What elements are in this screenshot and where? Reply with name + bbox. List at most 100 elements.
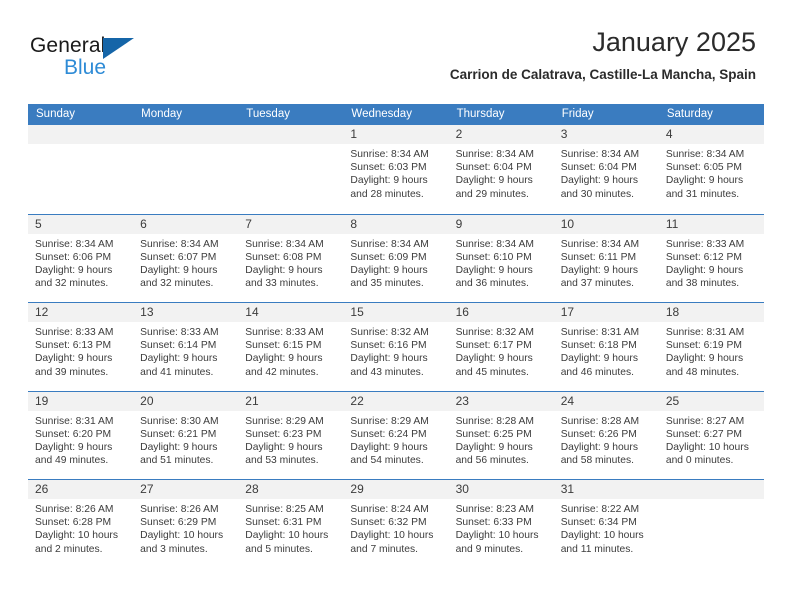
day-cell[interactable]: 4 Sunrise: 8:34 AM Sunset: 6:05 PM Daylight… (658, 125, 764, 214)
day-cell[interactable]: 19 Sunrise: 8:31 AM Sunset: 6:20 PM Dayligh… (28, 391, 134, 480)
sunset-time: Sunset: 6:18 PM (560, 340, 637, 352)
day-number: 5 (35, 216, 42, 231)
day-cell[interactable]: 21 Sunrise: 8:29 AM Sunset: 6:23 PM Dayligh… (238, 391, 344, 480)
title-block: January 2025 Carrion de Calatrava, Casti… (450, 26, 756, 85)
daylight-duration-line1: Daylight: 9 hours (350, 264, 428, 276)
daylight-duration-line1: Daylight: 9 hours (560, 264, 638, 276)
day-cell[interactable]: 25 Sunrise: 8:27 AM Sunset: 6:27 PM Dayligh… (658, 391, 764, 480)
sunrise-time: Sunrise: 8:33 AM (35, 327, 114, 338)
daylight-duration-line1: Daylight: 9 hours (245, 264, 323, 276)
day-cell[interactable]: 8 Sunrise: 8:34 AM Sunset: 6:09 PM Daylight… (343, 214, 449, 303)
day-number-band: 11 (658, 214, 764, 234)
day-cell[interactable]: 6 Sunrise: 8:34 AM Sunset: 6:07 PM Daylight… (133, 214, 239, 303)
generalblue-logo[interactable]: General Blue (30, 34, 180, 86)
sunset-time: Sunset: 6:24 PM (350, 428, 427, 440)
day-number-band: 16 (448, 303, 554, 322)
day-cell[interactable]: 14 Sunrise: 8:33 AM Sunset: 6:15 PM Dayligh… (238, 303, 344, 391)
day-details: Sunrise: 8:28 AM Sunset: 6:26 PM Daylight:… (554, 411, 659, 468)
sunset-time: Sunset: 6:13 PM (35, 340, 112, 352)
day-cell[interactable]: 11 Sunrise: 8:33 AM Sunset: 6:12 PM Dayligh… (658, 214, 764, 303)
daylight-duration-line1: Daylight: 10 hours (560, 530, 644, 542)
day-cell[interactable]: 5 Sunrise: 8:34 AM Sunset: 6:06 PM Daylight… (28, 214, 134, 303)
logo-triangle-icon (103, 38, 134, 59)
day-cell[interactable]: 29 Sunrise: 8:24 AM Sunset: 6:32 PM Dayligh… (343, 480, 449, 568)
day-cell[interactable]: 26 Sunrise: 8:26 AM Sunset: 6:28 PM Dayligh… (28, 480, 134, 568)
logo-text-general: General (30, 34, 106, 57)
sunset-time: Sunset: 6:05 PM (665, 162, 742, 174)
day-cell[interactable]: 2 Sunrise: 8:34 AM Sunset: 6:04 PM Daylight… (448, 125, 554, 214)
daylight-duration-line2: and 3 minutes. (140, 543, 208, 555)
weekday-header-row: Sunday Monday Tuesday Wednesday Thursday… (28, 104, 764, 125)
daylight-duration-line2: and 43 minutes. (350, 366, 424, 378)
day-number: 17 (560, 305, 575, 319)
day-cell-empty (133, 125, 239, 214)
day-number: 8 (350, 216, 358, 231)
day-cell[interactable]: 13 Sunrise: 8:33 AM Sunset: 6:14 PM Dayligh… (133, 303, 239, 391)
sunrise-time: Sunrise: 8:28 AM (560, 415, 640, 427)
day-details: Sunrise: 8:33 AM Sunset: 6:13 PM Daylight:… (28, 322, 133, 379)
day-cell[interactable]: 7 Sunrise: 8:34 AM Sunset: 6:08 PM Daylight… (238, 214, 344, 303)
day-cell[interactable]: 22 Sunrise: 8:29 AM Sunset: 6:24 PM Dayligh… (343, 391, 449, 480)
day-number: 15 (350, 305, 364, 319)
day-number: 14 (245, 305, 259, 319)
day-details (28, 144, 133, 148)
day-number-band: 14 (238, 303, 344, 322)
day-number: 16 (455, 305, 469, 319)
daylight-duration-line2: and 46 minutes. (560, 366, 634, 378)
day-details: Sunrise: 8:27 AM Sunset: 6:27 PM Daylight:… (659, 411, 764, 468)
day-number: 21 (245, 393, 259, 408)
sunset-time: Sunset: 6:17 PM (455, 340, 532, 352)
day-number-band (658, 480, 764, 499)
day-number-band: 20 (133, 391, 239, 411)
daylight-duration-line2: and 48 minutes. (665, 366, 740, 378)
daylight-duration-line1: Daylight: 9 hours (350, 441, 428, 453)
daylight-duration-line2: and 54 minutes. (350, 455, 424, 467)
daylight-duration-line1: Daylight: 9 hours (560, 441, 638, 453)
day-details: Sunrise: 8:23 AM Sunset: 6:33 PM Daylight:… (449, 499, 554, 556)
day-details: Sunrise: 8:26 AM Sunset: 6:29 PM Daylight:… (133, 499, 238, 556)
day-cell[interactable]: 12 Sunrise: 8:33 AM Sunset: 6:13 PM Dayligh… (28, 303, 134, 391)
day-cell[interactable]: 10 Sunrise: 8:34 AM Sunset: 6:11 PM Dayligh… (553, 214, 659, 303)
daylight-duration-line2: and 41 minutes. (140, 366, 214, 378)
day-number-band: 27 (133, 480, 239, 499)
day-cell[interactable]: 31 Sunrise: 8:22 AM Sunset: 6:34 PM Dayligh… (553, 480, 659, 568)
day-details: Sunrise: 8:31 AM Sunset: 6:19 PM Daylight:… (659, 322, 764, 379)
day-cell[interactable]: 20 Sunrise: 8:30 AM Sunset: 6:21 PM Dayligh… (133, 391, 239, 480)
daylight-duration-line1: Daylight: 10 hours (350, 530, 434, 542)
sunset-time: Sunset: 6:26 PM (560, 428, 637, 440)
calendar-week-row: 1 Sunrise: 8:34 AM Sunset: 6:03 PM Daylight… (28, 125, 764, 214)
daylight-duration-line2: and 32 minutes. (35, 278, 109, 290)
day-cell[interactable]: 17 Sunrise: 8:31 AM Sunset: 6:18 PM Dayligh… (553, 303, 659, 391)
day-number-band: 21 (238, 391, 344, 411)
day-number: 28 (245, 482, 259, 496)
day-cell[interactable]: 15 Sunrise: 8:32 AM Sunset: 6:16 PM Dayligh… (343, 303, 449, 391)
sunrise-time: Sunrise: 8:34 AM (350, 238, 429, 250)
daylight-duration-line1: Daylight: 9 hours (140, 353, 218, 365)
day-cell-empty (658, 480, 764, 568)
day-details: Sunrise: 8:34 AM Sunset: 6:06 PM Daylight:… (28, 234, 133, 291)
day-cell[interactable]: 16 Sunrise: 8:32 AM Sunset: 6:17 PM Dayligh… (448, 303, 554, 391)
day-number-band: 30 (448, 480, 554, 499)
day-cell[interactable]: 3 Sunrise: 8:34 AM Sunset: 6:04 PM Daylight… (553, 125, 659, 214)
day-cell[interactable]: 18 Sunrise: 8:31 AM Sunset: 6:19 PM Dayligh… (658, 303, 764, 391)
daylight-duration-line1: Daylight: 9 hours (140, 441, 218, 453)
day-cell[interactable]: 24 Sunrise: 8:28 AM Sunset: 6:26 PM Dayligh… (553, 391, 659, 480)
day-cell[interactable]: 1 Sunrise: 8:34 AM Sunset: 6:03 PM Daylight… (343, 125, 449, 214)
day-number-band: 22 (343, 391, 449, 411)
day-cell[interactable]: 27 Sunrise: 8:26 AM Sunset: 6:29 PM Dayligh… (133, 480, 239, 568)
daylight-duration-line2: and 5 minutes. (245, 543, 313, 555)
day-cell[interactable]: 23 Sunrise: 8:28 AM Sunset: 6:25 PM Dayligh… (448, 391, 554, 480)
day-details: Sunrise: 8:29 AM Sunset: 6:24 PM Daylight:… (343, 411, 448, 468)
day-cell[interactable]: 30 Sunrise: 8:23 AM Sunset: 6:33 PM Dayligh… (448, 480, 554, 568)
daylight-duration-line2: and 33 minutes. (245, 278, 319, 290)
day-number: 4 (665, 127, 673, 141)
day-cell[interactable]: 28 Sunrise: 8:25 AM Sunset: 6:31 PM Dayligh… (238, 480, 344, 568)
sunset-time: Sunset: 6:16 PM (350, 340, 427, 352)
sunset-time: Sunset: 6:29 PM (140, 517, 217, 529)
sunset-time: Sunset: 6:09 PM (350, 251, 427, 263)
weekday-header-friday: Friday (561, 108, 594, 120)
sunrise-time: Sunrise: 8:34 AM (455, 149, 534, 160)
daylight-duration-line1: Daylight: 10 hours (140, 530, 224, 542)
day-cell[interactable]: 9 Sunrise: 8:34 AM Sunset: 6:10 PM Daylight… (448, 214, 554, 303)
daylight-duration-line2: and 30 minutes. (560, 188, 634, 200)
